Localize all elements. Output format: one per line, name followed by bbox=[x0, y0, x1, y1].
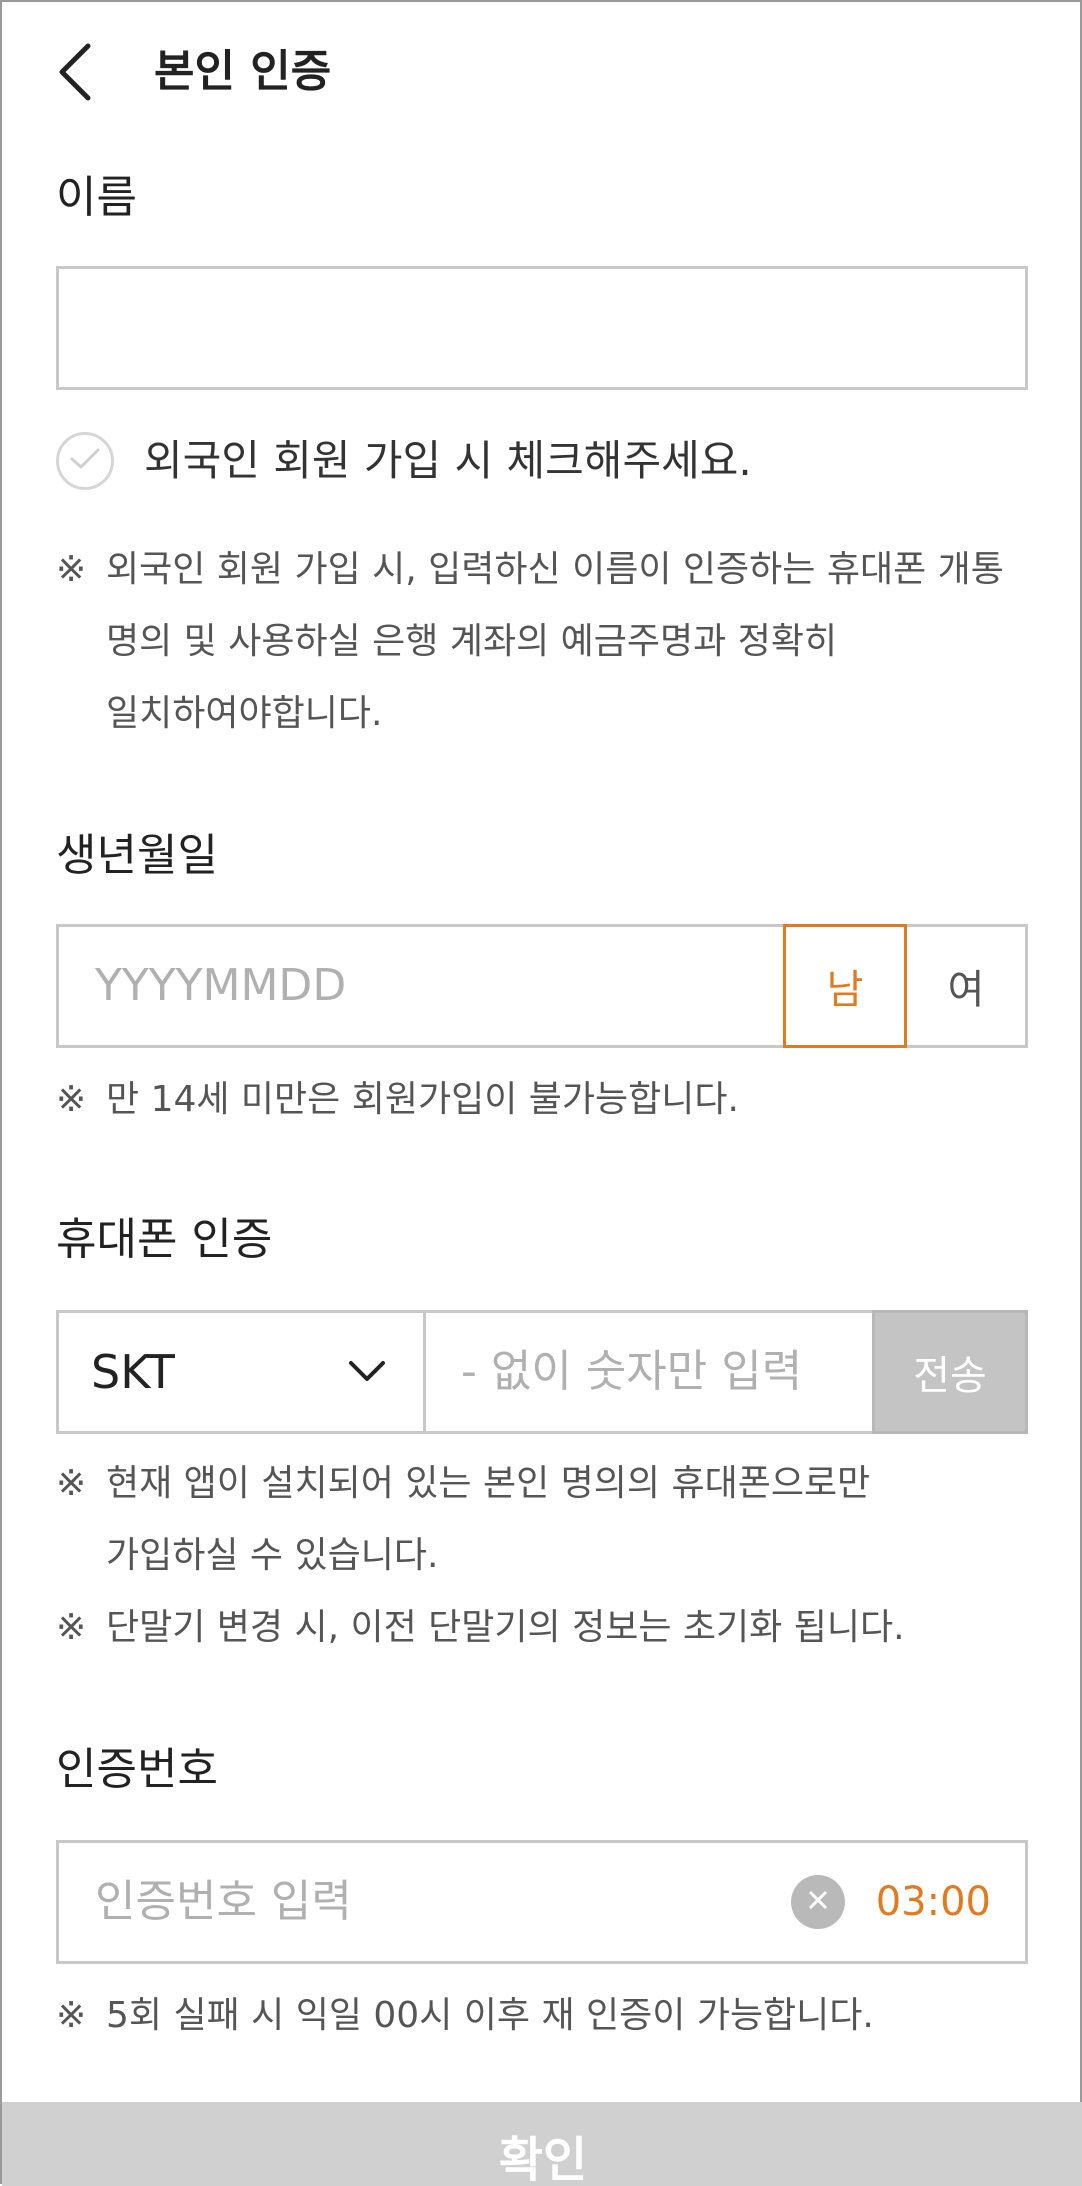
auth-label: 인증번호 bbox=[56, 1744, 218, 1795]
name-field[interactable] bbox=[56, 266, 1028, 390]
page-title: 본인 인증 bbox=[154, 46, 332, 97]
check-icon bbox=[68, 446, 102, 476]
birth-note-text: 만 14세 미만은 회원가입이 불가능합니다. bbox=[106, 1079, 739, 1120]
auth-timer: 03:00 bbox=[875, 1879, 991, 1925]
phone-input[interactable]: - 없이 숫자만 입력 bbox=[461, 1313, 802, 1431]
carrier-value: SKT bbox=[91, 1345, 175, 1399]
foreigner-note: ※ 외국인 회원 가입 시, 입력하신 이름이 인증하는 휴대폰 개통 명의 및… bbox=[56, 534, 1046, 750]
chevron-left-icon bbox=[56, 42, 96, 106]
auth-note-text: 5회 실패 시 익일 00시 이후 재 인증이 가능합니다. bbox=[106, 1995, 874, 2036]
foreigner-checkbox[interactable] bbox=[56, 432, 114, 490]
foreigner-check-label[interactable]: 외국인 회원 가입 시 체크해주세요. bbox=[144, 430, 752, 492]
gender-male-label: 남 bbox=[826, 967, 864, 1013]
auth-row: 인증번호 입력 03:00 bbox=[56, 1840, 1028, 1964]
note-mark: ※ bbox=[56, 1079, 87, 1120]
name-label: 이름 bbox=[56, 172, 137, 223]
phone-note-2-text: 단말기 변경 시, 이전 단말기의 정보는 초기화 됩니다. bbox=[106, 1607, 905, 1648]
confirm-button[interactable]: 확인 bbox=[2, 2102, 1082, 2186]
send-button[interactable]: 전송 bbox=[872, 1310, 1028, 1434]
foreigner-note-line: 일치하여야합니다. bbox=[106, 693, 383, 734]
auth-code-input[interactable]: 인증번호 입력 bbox=[95, 1843, 352, 1961]
birth-placeholder: YYYYMMDD bbox=[95, 960, 347, 1011]
close-icon bbox=[807, 1889, 829, 1915]
gender-female-button[interactable]: 여 bbox=[907, 927, 1025, 1045]
note-mark: ※ bbox=[56, 1995, 87, 2036]
clear-button[interactable] bbox=[791, 1875, 845, 1929]
note-mark: ※ bbox=[56, 1463, 87, 1504]
phone-note-2: ※ 단말기 변경 시, 이전 단말기의 정보는 초기화 됩니다. bbox=[56, 1592, 1046, 1664]
foreigner-note-line: 외국인 회원 가입 시, 입력하신 이름이 인증하는 휴대폰 개통 bbox=[106, 549, 1004, 590]
foreigner-note-line: 명의 및 사용하실 은행 계좌의 예금주명과 정확히 bbox=[106, 621, 838, 662]
chevron-down-icon bbox=[347, 1351, 387, 1395]
birth-note: ※ 만 14세 미만은 회원가입이 불가능합니다. bbox=[56, 1064, 1046, 1136]
birth-field[interactable]: YYYYMMDD 남 여 bbox=[56, 924, 1028, 1048]
confirm-label: 확인 bbox=[498, 2132, 588, 2186]
phone-note-1: ※ 현재 앱이 설치되어 있는 본인 명의의 휴대폰으로만 가입하실 수 있습니… bbox=[56, 1448, 1046, 1596]
back-button[interactable] bbox=[46, 34, 106, 114]
send-label: 전송 bbox=[913, 1353, 987, 1399]
gender-male-button[interactable]: 남 bbox=[783, 924, 907, 1048]
phone-note-line: 현재 앱이 설치되어 있는 본인 명의의 휴대폰으로만 bbox=[106, 1463, 871, 1504]
phone-note-line: 가입하실 수 있습니다. bbox=[106, 1535, 439, 1576]
birth-label: 생년월일 bbox=[56, 830, 218, 881]
note-mark: ※ bbox=[56, 549, 87, 590]
note-mark: ※ bbox=[56, 1607, 87, 1648]
carrier-select[interactable]: SKT bbox=[59, 1313, 426, 1431]
phone-row: SKT - 없이 숫자만 입력 전송 bbox=[56, 1310, 1028, 1434]
gender-female-label: 여 bbox=[947, 967, 985, 1013]
phone-label: 휴대폰 인증 bbox=[56, 1214, 273, 1265]
auth-note: ※ 5회 실패 시 익일 00시 이후 재 인증이 가능합니다. bbox=[56, 1980, 1046, 2052]
